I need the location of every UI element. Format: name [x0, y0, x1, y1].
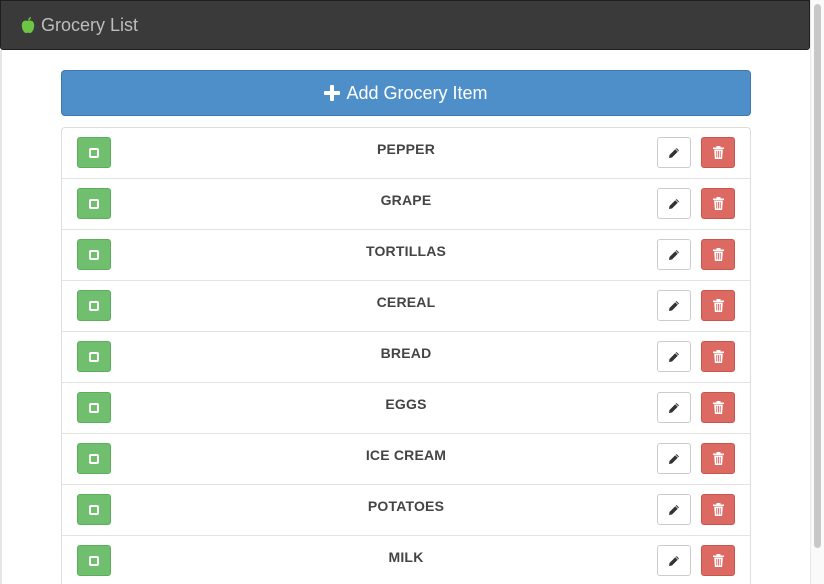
delete-button[interactable] — [701, 545, 735, 576]
pencil-icon — [668, 351, 680, 363]
pencil-icon — [668, 198, 680, 210]
item-name: PEPPER — [377, 141, 435, 157]
apple-icon — [21, 16, 35, 34]
trash-icon — [712, 452, 724, 465]
edit-button[interactable] — [657, 239, 691, 270]
edit-button[interactable] — [657, 290, 691, 321]
delete-button[interactable] — [701, 239, 735, 270]
list-item: GRAPE — [62, 179, 750, 230]
pencil-icon — [668, 249, 680, 261]
trash-icon — [712, 146, 724, 159]
item-name: POTATOES — [367, 498, 445, 514]
list-item: MILK — [62, 536, 750, 584]
list-item: TORTILLAS — [62, 230, 750, 281]
pencil-icon — [668, 504, 680, 516]
edit-button[interactable] — [657, 494, 691, 525]
pencil-icon — [668, 555, 680, 567]
list-item: POTATOES — [62, 485, 750, 536]
item-name: CEREAL — [376, 294, 436, 310]
item-name: GRAPE — [380, 192, 432, 208]
delete-button[interactable] — [701, 392, 735, 423]
pencil-icon — [668, 402, 680, 414]
brand[interactable]: Grocery List — [21, 15, 138, 36]
list-item: PEPPER — [62, 128, 750, 179]
item-name: BREAD — [380, 345, 432, 361]
add-grocery-item-button[interactable]: Add Grocery Item — [61, 70, 751, 116]
trash-icon — [712, 197, 724, 210]
plus-icon — [324, 85, 341, 101]
list-item: CEREAL — [62, 281, 750, 332]
app-title: Grocery List — [41, 14, 139, 35]
trash-icon — [712, 248, 724, 261]
list-item: EGGS — [62, 383, 750, 434]
navbar: Grocery List — [0, 0, 810, 50]
item-name: TORTILLAS — [365, 243, 447, 259]
left-edge — [0, 50, 2, 584]
trash-icon — [712, 503, 724, 516]
trash-icon — [712, 401, 724, 414]
edit-button[interactable] — [657, 443, 691, 474]
item-name: MILK — [388, 549, 424, 565]
grocery-list: PEPPER GRAPE TORTILLAS CEREAL BREAD EGGS ICE C… — [61, 127, 751, 584]
pencil-icon — [668, 453, 680, 465]
pencil-icon — [668, 147, 680, 159]
scrollbar-thumb[interactable] — [814, 4, 821, 548]
add-grocery-item-label: Add Grocery Item — [346, 82, 488, 103]
trash-icon — [712, 554, 724, 567]
edit-button[interactable] — [657, 341, 691, 372]
item-name: EGGS — [385, 396, 427, 412]
delete-button[interactable] — [701, 188, 735, 219]
item-name: ICE CREAM — [365, 447, 447, 463]
edit-button[interactable] — [657, 137, 691, 168]
edit-button[interactable] — [657, 545, 691, 576]
delete-button[interactable] — [701, 137, 735, 168]
delete-button[interactable] — [701, 443, 735, 474]
trash-icon — [712, 299, 724, 312]
scrollbar[interactable] — [810, 0, 824, 584]
delete-button[interactable] — [701, 494, 735, 525]
list-item: ICE CREAM — [62, 434, 750, 485]
list-item: BREAD — [62, 332, 750, 383]
pencil-icon — [668, 300, 680, 312]
trash-icon — [712, 350, 724, 363]
delete-button[interactable] — [701, 341, 735, 372]
edit-button[interactable] — [657, 188, 691, 219]
edit-button[interactable] — [657, 392, 691, 423]
delete-button[interactable] — [701, 290, 735, 321]
